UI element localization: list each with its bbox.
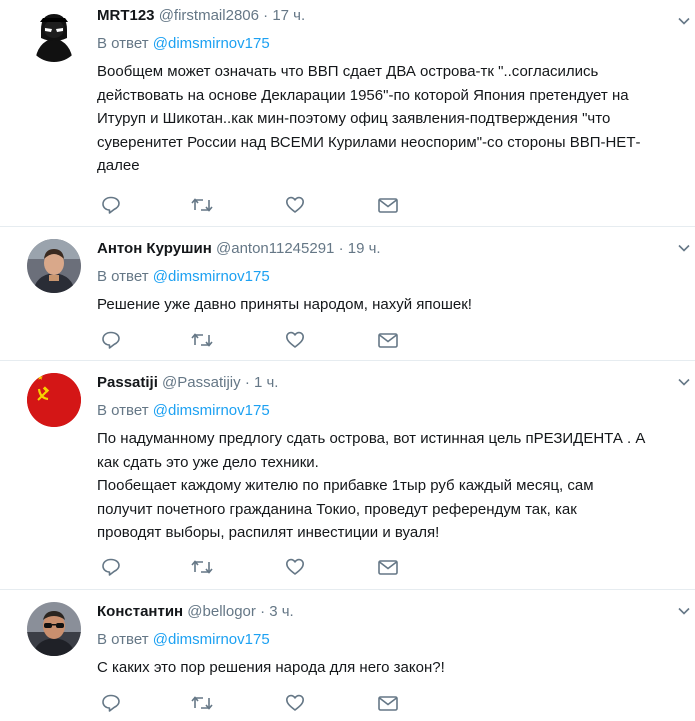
tweet[interactable]: Passatiji @Passatijiy · 1 ч. В ответ @di…: [0, 361, 695, 590]
heart-icon: [286, 331, 304, 348]
tweet-header: Антон Курушин @anton11245291 · 19 ч.: [97, 239, 675, 259]
user-handle[interactable]: @firstmail2806: [159, 7, 259, 24]
tweet-header: Константин @bellogor · 3 ч.: [97, 602, 675, 622]
reply-mention-link[interactable]: @dimsmirnov175: [153, 35, 270, 52]
message-button[interactable]: [376, 329, 400, 351]
reply-mention-link[interactable]: @dimsmirnov175: [153, 402, 270, 419]
separator-dot: ·: [338, 240, 344, 257]
tweet-actions: [99, 329, 419, 351]
separator-dot: ·: [260, 603, 266, 620]
envelope-icon: [378, 198, 398, 213]
chevron-down-icon[interactable]: [677, 14, 691, 28]
reply-button[interactable]: [99, 194, 123, 216]
avatar[interactable]: [27, 239, 81, 293]
reply-context: В ответ @dimsmirnov175: [97, 267, 675, 287]
retweet-button[interactable]: [190, 692, 214, 714]
like-button[interactable]: [283, 194, 307, 216]
envelope-icon: [378, 696, 398, 711]
timestamp[interactable]: 17 ч.: [272, 7, 305, 24]
reply-context: В ответ @dimsmirnov175: [97, 34, 675, 54]
message-button[interactable]: [376, 692, 400, 714]
tweet-text: Решение уже давно приняты народом, нахуй…: [97, 296, 472, 313]
reply-mention-link[interactable]: @dimsmirnov175: [153, 268, 270, 285]
reply-button[interactable]: [99, 329, 123, 351]
retweet-icon: [191, 696, 213, 710]
reply-prefix: В ответ: [97, 35, 149, 52]
heart-icon: [286, 558, 304, 575]
reply-context: В ответ @dimsmirnov175: [97, 401, 675, 421]
retweet-icon: [191, 198, 213, 212]
reply-icon: [102, 331, 120, 349]
chevron-down-icon[interactable]: [677, 241, 691, 255]
tweet[interactable]: Константин @bellogor · 3 ч. В ответ @dim…: [0, 590, 695, 721]
retweet-button[interactable]: [190, 194, 214, 216]
reply-icon: [102, 558, 120, 576]
separator-dot: ·: [263, 7, 269, 24]
man-sunglasses-photo-avatar-icon: [27, 602, 81, 656]
user-handle[interactable]: @Passatijiy: [162, 374, 241, 391]
user-name[interactable]: MRT123: [97, 7, 155, 24]
like-button[interactable]: [283, 556, 307, 578]
like-button[interactable]: [283, 692, 307, 714]
tweet-text: С каких это пор решения народа для него …: [97, 659, 445, 676]
retweet-icon: [191, 333, 213, 347]
reply-icon: [102, 694, 120, 712]
tweet-text: По надуманному предлогу сдать острова, в…: [97, 430, 646, 541]
tweet[interactable]: Антон Курушин @anton11245291 · 19 ч. В о…: [0, 227, 695, 361]
timestamp[interactable]: 1 ч.: [254, 374, 279, 391]
message-button[interactable]: [376, 194, 400, 216]
timestamp[interactable]: 19 ч.: [348, 240, 381, 257]
hammer-sickle-flag-avatar-icon: [27, 373, 81, 427]
heart-icon: [286, 196, 304, 213]
user-handle[interactable]: @bellogor: [187, 603, 256, 620]
reply-button[interactable]: [99, 692, 123, 714]
chevron-down-icon[interactable]: [677, 375, 691, 389]
tweet-header: Passatiji @Passatijiy · 1 ч.: [97, 373, 675, 393]
tweet-actions: [99, 692, 419, 714]
message-button[interactable]: [376, 556, 400, 578]
reply-prefix: В ответ: [97, 402, 149, 419]
reply-prefix: В ответ: [97, 268, 149, 285]
tweet-text: Вообщем может означать что ВВП сдает ДВА…: [97, 63, 641, 174]
retweet-button[interactable]: [190, 329, 214, 351]
tweet[interactable]: MRT123 @firstmail2806 · 17 ч. В ответ @d…: [0, 0, 695, 227]
avatar[interactable]: [27, 8, 81, 62]
separator-dot: ·: [244, 374, 250, 391]
envelope-icon: [378, 560, 398, 575]
avatar[interactable]: [27, 373, 81, 427]
reply-icon: [102, 196, 120, 214]
reply-prefix: В ответ: [97, 631, 149, 648]
user-handle[interactable]: @anton11245291: [216, 240, 334, 257]
retweet-icon: [191, 560, 213, 574]
hooded-figure-avatar-icon: [27, 8, 81, 62]
timestamp[interactable]: 3 ч.: [269, 603, 294, 620]
retweet-button[interactable]: [190, 556, 214, 578]
heart-icon: [286, 694, 304, 711]
tweet-actions: [99, 194, 419, 216]
user-name[interactable]: Passatiji: [97, 374, 158, 391]
tweet-actions: [99, 556, 419, 578]
reply-button[interactable]: [99, 556, 123, 578]
reply-mention-link[interactable]: @dimsmirnov175: [153, 631, 270, 648]
chevron-down-icon[interactable]: [677, 604, 691, 618]
man-photo-avatar-icon: [27, 239, 81, 293]
like-button[interactable]: [283, 329, 307, 351]
tweet-header: MRT123 @firstmail2806 · 17 ч.: [97, 6, 675, 26]
user-name[interactable]: Константин: [97, 603, 183, 620]
envelope-icon: [378, 333, 398, 348]
avatar[interactable]: [27, 602, 81, 656]
user-name[interactable]: Антон Курушин: [97, 240, 212, 257]
reply-context: В ответ @dimsmirnov175: [97, 630, 675, 650]
